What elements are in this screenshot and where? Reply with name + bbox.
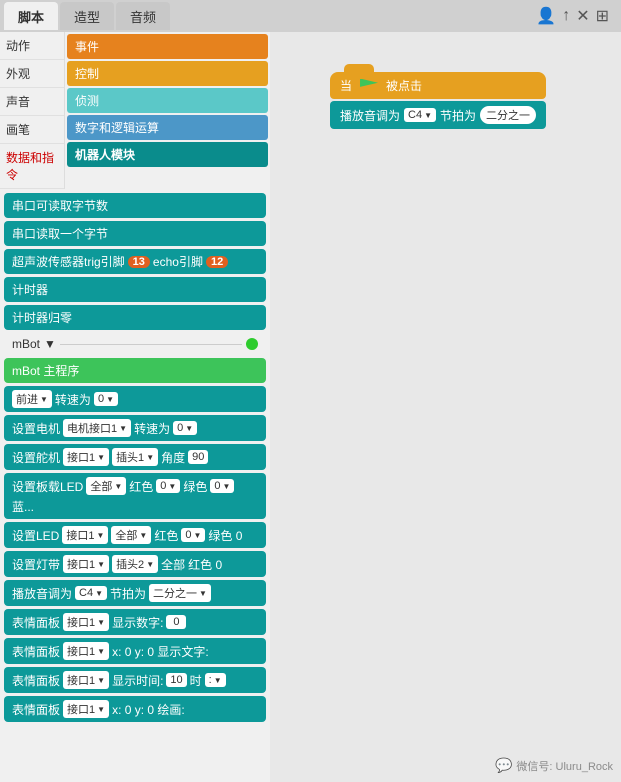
display2-port-dropdown[interactable]: 接口1: [63, 642, 109, 660]
mbot-status-dot: [246, 338, 258, 350]
blocks-area: 串口可读取字节数 串口读取一个字节 超声波传感器trig引脚 13 echo引脚…: [0, 189, 270, 726]
led-red-dropdown[interactable]: 0: [156, 479, 180, 493]
watermark-text: 微信号: Uluru_Rock: [516, 758, 613, 774]
led2-pos-dropdown[interactable]: 全部: [111, 526, 151, 544]
display3-port-dropdown[interactable]: 接口1: [63, 671, 109, 689]
speed-dropdown[interactable]: 0: [94, 392, 118, 406]
block-timer[interactable]: 计时器: [4, 277, 266, 302]
block-set-onboard-led[interactable]: 设置板载LED 全部 红色 0 绿色 0 蓝...: [4, 473, 266, 519]
display1-number-input[interactable]: 0: [166, 615, 186, 629]
block-set-servo[interactable]: 设置舵机 接口1 插头1 角度 90: [4, 444, 266, 470]
wechat-icon: 💬: [495, 757, 512, 774]
cat-control[interactable]: 控制: [67, 61, 268, 86]
led2-port-dropdown[interactable]: 接口1: [62, 526, 108, 544]
block-set-ledstrip[interactable]: 设置灯带 接口1 插头2 全部 红色 0: [4, 551, 266, 577]
block-mbot-main[interactable]: mBot 主程序: [4, 358, 266, 383]
flag-icon: [360, 79, 378, 93]
arrow-up-icon[interactable]: ↑: [562, 7, 570, 25]
cat-sensing[interactable]: 侦测: [67, 88, 268, 113]
block-display-draw[interactable]: 表情面板 接口1 x: 0 y: 0 绘画:: [4, 696, 266, 722]
mbot-divider: mBot ▼: [4, 333, 266, 355]
block-play-tone[interactable]: 播放音调为 C4 节拍为 二分之一: [4, 580, 266, 606]
cat-robot[interactable]: 机器人模块: [67, 142, 268, 167]
strip-port-dropdown[interactable]: 接口1: [63, 555, 109, 573]
block-timer-reset[interactable]: 计时器归零: [4, 305, 266, 330]
echo-badge: 12: [206, 256, 228, 268]
cat-sound[interactable]: 声音: [0, 88, 64, 116]
cat-pen[interactable]: 画笔: [0, 116, 64, 144]
display3-time-input[interactable]: 10: [166, 673, 186, 687]
motor-port-dropdown[interactable]: 电机接口1: [63, 419, 131, 437]
servo-angle-input[interactable]: 90: [188, 450, 208, 464]
led2-red-dropdown[interactable]: 0: [181, 528, 205, 542]
mbot-line: [60, 344, 242, 345]
left-categories: 动作 外观 声音 画笔 数据和指令: [0, 32, 65, 189]
sidebar: 动作 外观 声音 画笔 数据和指令 事件 控制 侦测 数字和逻辑运算 机器人模块…: [0, 32, 270, 782]
block-display-text[interactable]: 表情面板 接口1 x: 0 y: 0 显示文字:: [4, 638, 266, 664]
motor-speed-dropdown[interactable]: 0: [173, 421, 197, 435]
tab-sound[interactable]: 音频: [116, 2, 170, 30]
main-layout: 动作 外观 声音 画笔 数据和指令 事件 控制 侦测 数字和逻辑运算 机器人模块…: [0, 32, 621, 782]
canvas-area[interactable]: 当 被点击 播放音调为 C4 节拍为 二分之一 💬 微信号: Uluru_Roc…: [270, 32, 621, 782]
canvas-note-dropdown[interactable]: C4: [404, 108, 436, 122]
right-categories: 事件 控制 侦测 数字和逻辑运算 机器人模块: [65, 32, 270, 189]
tone-note-dropdown[interactable]: C4: [75, 586, 107, 600]
forward-dropdown[interactable]: 前进: [12, 390, 52, 408]
block-ultrasonic[interactable]: 超声波传感器trig引脚 13 echo引脚 12: [4, 249, 266, 274]
tab-costume[interactable]: 造型: [60, 2, 114, 30]
fullscreen-icon[interactable]: ✕: [576, 6, 589, 26]
category-section: 动作 外观 声音 画笔 数据和指令 事件 控制 侦测 数字和逻辑运算 机器人模块: [0, 32, 270, 189]
top-tabs-bar: 脚本 造型 音频 👤 ↑ ✕ ⊞: [0, 0, 621, 32]
add-person-icon[interactable]: 👤: [536, 6, 556, 26]
led-position-dropdown[interactable]: 全部: [86, 477, 126, 495]
block-serial-bytes[interactable]: 串口可读取字节数: [4, 193, 266, 218]
servo-slot-dropdown[interactable]: 插头1: [112, 448, 158, 466]
tone-beat-dropdown[interactable]: 二分之一: [149, 584, 211, 602]
canvas-hat-block[interactable]: 当 被点击: [330, 72, 546, 99]
block-display-number[interactable]: 表情面板 接口1 显示数字: 0: [4, 609, 266, 635]
block-set-led[interactable]: 设置LED 接口1 全部 红色 0 绿色 0: [4, 522, 266, 548]
block-motor-forward[interactable]: 前进 转速为 0: [4, 386, 266, 412]
canvas-play-block[interactable]: 播放音调为 C4 节拍为 二分之一: [330, 101, 546, 129]
mbot-label: mBot: [12, 337, 40, 351]
display1-port-dropdown[interactable]: 接口1: [63, 613, 109, 631]
block-display-time[interactable]: 表情面板 接口1 显示时间: 10 时 :: [4, 667, 266, 693]
cat-data[interactable]: 数据和指令: [0, 144, 64, 189]
toolbar-icons: 👤 ↑ ✕ ⊞: [536, 6, 617, 26]
trig-badge: 13: [128, 256, 150, 268]
display4-port-dropdown[interactable]: 接口1: [63, 700, 109, 718]
cat-action[interactable]: 动作: [0, 32, 64, 60]
cat-events[interactable]: 事件: [67, 34, 268, 59]
led-green-dropdown[interactable]: 0: [210, 479, 234, 493]
block-serial-read[interactable]: 串口读取一个字节: [4, 221, 266, 246]
block-set-motor[interactable]: 设置电机 电机接口1 转速为 0: [4, 415, 266, 441]
tab-script[interactable]: 脚本: [4, 2, 58, 30]
layout-icon[interactable]: ⊞: [596, 6, 609, 26]
cat-operators[interactable]: 数字和逻辑运算: [67, 115, 268, 140]
watermark: 💬 微信号: Uluru_Rock: [495, 757, 613, 774]
display3-time-dropdown[interactable]: :: [205, 673, 226, 687]
cat-appearance[interactable]: 外观: [0, 60, 64, 88]
canvas-beat-input[interactable]: 二分之一: [480, 106, 536, 124]
mbot-dropdown-arrow[interactable]: ▼: [44, 337, 56, 351]
canvas-script-group: 当 被点击 播放音调为 C4 节拍为 二分之一: [330, 72, 546, 129]
strip-slot-dropdown[interactable]: 插头2: [112, 555, 158, 573]
servo-port-dropdown[interactable]: 接口1: [63, 448, 109, 466]
blocks-scroll-area[interactable]: 串口可读取字节数 串口读取一个字节 超声波传感器trig引脚 13 echo引脚…: [0, 189, 270, 782]
